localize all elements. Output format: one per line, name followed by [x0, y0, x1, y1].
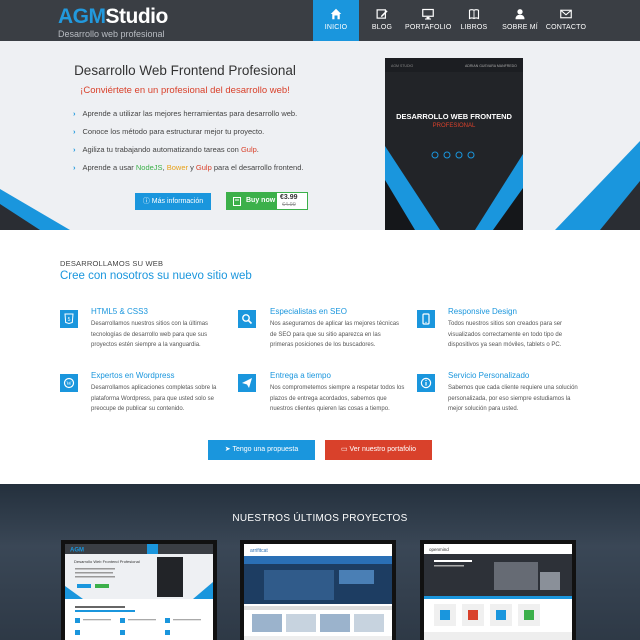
portfolio-button[interactable]: ▭ Ver nuestro portafolio — [325, 440, 432, 460]
service-title: Servicio Personalizado — [448, 371, 530, 380]
html5-icon: 5 — [60, 310, 78, 328]
book-subtitle: PROFESIONAL — [432, 123, 476, 129]
service-desc: Sabemos que cada cliente requiere una so… — [448, 385, 578, 412]
feature-item: › Agiliza tu trabajando automatizando tar… — [73, 145, 259, 154]
project-screenshot: arrifitcat — [244, 544, 392, 640]
info-icon: ⓘ — [142, 198, 152, 205]
chevron-right-icon: › — [73, 127, 76, 136]
nav-item-libros[interactable]: LIBROS — [451, 0, 497, 41]
hero-section: Desarrollo Web Frontend Profesional ¡Con… — [0, 41, 640, 230]
nav-item-sobre-mi[interactable]: SOBRE MÍ — [497, 0, 543, 41]
chevron-right-icon: › — [73, 163, 76, 172]
project-thumb-2[interactable]: arrifitcat — [240, 540, 396, 640]
logo-part-b: Studio — [105, 5, 169, 28]
buy-now-button[interactable]: Buy now €3.99 €4.99 — [226, 192, 308, 210]
nav-label: CONTACTO — [545, 24, 587, 31]
project-thumb-1[interactable]: AGM Desarrollo Web Frontend Profesional — [61, 540, 217, 640]
book-icon — [468, 9, 480, 20]
service-title: Expertos en Wordpress — [91, 371, 175, 380]
hero-subtitle: ¡Conviértete en un profesional del desar… — [80, 85, 290, 96]
nav-item-contacto[interactable]: CONTACTO — [543, 0, 589, 41]
info-icon — [417, 374, 435, 392]
svg-text:AGM STUDIO: AGM STUDIO — [391, 64, 413, 68]
svg-text:5: 5 — [68, 317, 71, 323]
proposal-button[interactable]: ➤ Tengo una propuesta — [208, 440, 315, 460]
book-cover[interactable]: AGM STUDIO ADRIAN GUEVARA MANFREDO DESAR… — [385, 58, 523, 230]
logo-part-a: AGM — [58, 5, 106, 28]
nav-label: INICIO — [324, 24, 348, 31]
service-title: Especialistas en SEO — [270, 307, 347, 316]
service-desc: Todos nuestros sitios son creados para s… — [448, 321, 563, 348]
book-author: ADRIAN GUEVARA MANFREDO — [465, 64, 517, 68]
service-desc: Nos comprometemos siempre a respetar tod… — [270, 385, 405, 412]
buy-now-label: Buy now — [227, 193, 277, 209]
svg-text:Desarrollo Web Frontend Profes: Desarrollo Web Frontend Profesional — [74, 559, 140, 564]
hero-title: Desarrollo Web Frontend Profesional — [74, 63, 296, 78]
price: €3.99 — [280, 194, 298, 201]
nav-label: BLOG — [371, 24, 393, 31]
service-title: HTML5 & CSS3 — [91, 307, 148, 316]
service-desc: Nos aseguramos de aplicar las mejores té… — [270, 321, 400, 348]
feature-item: › Aprende a utilizar las mejores herramie… — [73, 109, 298, 118]
nav-item-inicio[interactable]: INICIO — [313, 0, 359, 41]
svg-text:AGM: AGM — [70, 548, 84, 554]
home-icon — [330, 8, 342, 20]
brand-logo[interactable]: AGMStudio — [58, 6, 168, 28]
book-cover-art: AGM STUDIO ADRIAN GUEVARA MANFREDO — [385, 58, 523, 230]
old-price: €4.99 — [282, 202, 296, 208]
user-icon — [515, 9, 525, 20]
edit-icon — [376, 9, 388, 19]
nav-item-portafolio[interactable]: PORTAFOLIO — [405, 0, 451, 41]
service-desc: Desarrollamos nuestros sitios con la últ… — [91, 321, 209, 348]
svg-text:arrifitcat: arrifitcat — [250, 548, 268, 554]
service-title: Entrega a tiempo — [270, 371, 331, 380]
top-navbar: AGMStudio Desarrollo web profesional INI… — [0, 0, 640, 41]
feature-item: › Aprende a usar NodeJS, Bower y Gulp par… — [73, 163, 304, 172]
tablet-icon — [417, 310, 435, 328]
paper-plane-icon — [238, 374, 256, 392]
service-title: Responsive Design — [448, 307, 517, 316]
svg-text:openmind: openmind — [429, 547, 449, 552]
project-screenshot: AGM Desarrollo Web Frontend Profesional — [65, 544, 213, 635]
nav-label: PORTAFOLIO — [405, 24, 452, 31]
monitor-icon — [422, 8, 434, 20]
book-title: DESARROLLO WEB FRONTEND — [396, 112, 512, 121]
services-pretitle: DESARROLLAMOS SU WEB — [60, 259, 164, 268]
wordpress-icon: W — [60, 374, 78, 392]
search-icon — [238, 310, 256, 328]
nav-label: SOBRE MÍ — [502, 24, 538, 31]
brand-tagline: Desarrollo web profesional — [58, 29, 165, 39]
nav-item-blog[interactable]: BLOG — [359, 0, 405, 41]
projects-section: NUESTROS ÚLTIMOS PROYECTOS AGM Desarroll… — [0, 484, 640, 640]
nav-label: LIBROS — [460, 24, 488, 31]
chevron-right-icon: › — [73, 109, 76, 118]
mail-icon — [560, 9, 572, 19]
project-thumb-3[interactable]: openmind — [420, 540, 576, 640]
feature-item: › Conoce los método para estructurar mejo… — [73, 127, 265, 136]
book-icon — [233, 197, 241, 206]
svg-text:W: W — [66, 381, 72, 387]
service-desc: Desarrollamos aplicaciones completas sob… — [91, 385, 217, 412]
more-info-button[interactable]: ⓘ Más información — [135, 193, 211, 210]
chevron-right-icon: › — [73, 145, 76, 154]
services-title: Cree con nosotros su nuevo sitio web — [60, 270, 252, 282]
project-screenshot: openmind — [424, 544, 572, 640]
monitor-icon: ▭ — [340, 446, 350, 453]
projects-title: NUESTROS ÚLTIMOS PROYECTOS — [232, 513, 408, 524]
